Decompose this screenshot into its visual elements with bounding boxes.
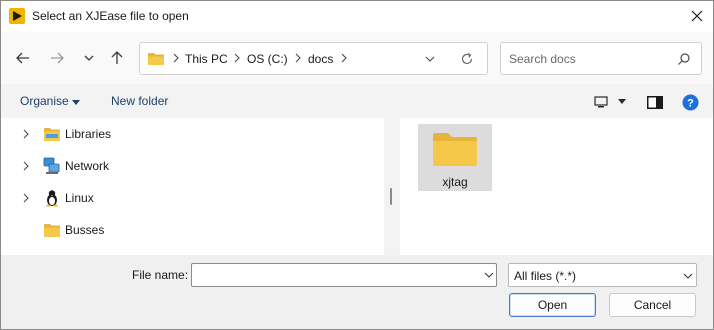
arrow-left-icon (16, 52, 29, 64)
up-button[interactable] (106, 48, 128, 68)
nav-item-linux[interactable]: Linux (1, 182, 384, 214)
file-name-label: File name: (132, 268, 189, 282)
close-button[interactable] (685, 5, 709, 27)
file-open-dialog: Select an XJEase file to open This PC OS (0, 0, 714, 330)
preview-pane-icon[interactable] (647, 96, 663, 109)
folder-item-label: xjtag (442, 175, 468, 189)
folder-item-xjtag[interactable]: xjtag (418, 124, 492, 191)
cancel-button[interactable]: Cancel (609, 293, 696, 317)
navigation-pane: Libraries Network Linux Busses (1, 118, 384, 255)
nav-item-label: Network (65, 159, 110, 173)
file-list: xjtag (400, 118, 713, 255)
nav-item-label: Libraries (65, 127, 112, 141)
nav-item-label: Busses (65, 223, 105, 237)
arrow-right-icon (51, 52, 64, 64)
xjease-app-icon (9, 8, 25, 24)
view-options-icon[interactable] (594, 96, 608, 108)
arrow-up-icon (111, 51, 123, 64)
folder-icon (44, 224, 60, 237)
search-placeholder: Search docs (509, 52, 576, 66)
svg-text:?: ? (687, 98, 694, 110)
open-button[interactable]: Open (509, 293, 596, 317)
file-name-input[interactable] (191, 263, 497, 287)
chevron-down-icon (683, 273, 693, 279)
chevron-right-icon (173, 53, 179, 63)
chevron-down-icon (84, 55, 94, 61)
libraries-icon (44, 128, 60, 141)
command-bar: Organise New folder ? (1, 84, 713, 118)
navigation-bar: This PC OS (C:) docs Search docs (1, 32, 713, 84)
caret-down-icon[interactable] (72, 100, 80, 105)
network-icon (43, 157, 60, 174)
title-bar: Select an XJEase file to open (1, 1, 713, 32)
search-icon (678, 53, 690, 65)
chevron-right-icon[interactable] (233, 53, 241, 63)
breadcrumb-this-pc[interactable]: This PC (185, 52, 228, 66)
chevron-down-icon[interactable] (424, 54, 436, 64)
breadcrumb-docs[interactable]: docs (308, 52, 333, 66)
search-box[interactable]: Search docs (500, 42, 702, 75)
breadcrumb-os-c[interactable]: OS (C:) (247, 52, 288, 66)
close-icon (691, 10, 703, 22)
folder-icon (433, 133, 477, 166)
address-bar[interactable]: This PC OS (C:) docs (139, 42, 488, 75)
nav-item-network[interactable]: Network (1, 150, 384, 182)
dialog-footer: File name: All files (*.*) Open Cancel (1, 255, 713, 329)
back-button[interactable] (12, 48, 34, 68)
nav-item-label: Linux (65, 191, 94, 205)
new-folder-button[interactable]: New folder (111, 94, 168, 108)
recent-locations-button[interactable] (78, 48, 100, 68)
file-type-select[interactable]: All files (*.*) (508, 263, 697, 287)
chevron-right-icon[interactable] (22, 193, 30, 203)
splitter-grip[interactable] (390, 188, 392, 205)
linux-icon (46, 190, 58, 207)
organise-button[interactable]: Organise (20, 94, 69, 108)
file-type-value: All files (*.*) (514, 269, 577, 283)
chevron-right-icon[interactable] (294, 53, 302, 63)
nav-item-libraries[interactable]: Libraries (1, 118, 384, 150)
nav-item-busses[interactable]: Busses (1, 214, 384, 246)
help-icon[interactable]: ? (682, 94, 699, 111)
forward-button[interactable] (46, 48, 68, 68)
chevron-right-icon[interactable] (340, 53, 348, 63)
pane-splitter[interactable] (384, 118, 400, 255)
chevron-right-icon[interactable] (22, 129, 30, 139)
folder-icon (148, 53, 164, 65)
caret-down-icon[interactable] (618, 99, 626, 104)
window-title: Select an XJEase file to open (32, 9, 189, 23)
chevron-right-icon[interactable] (22, 161, 30, 171)
refresh-icon[interactable] (460, 52, 474, 66)
chevron-down-icon[interactable] (484, 272, 494, 278)
